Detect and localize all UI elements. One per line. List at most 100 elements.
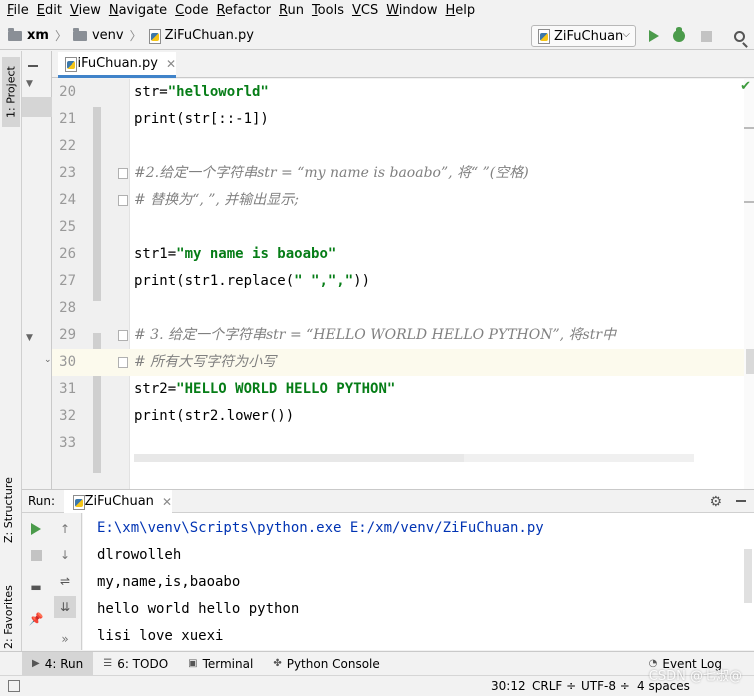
scroll-to-end-button[interactable]: ⇊ bbox=[54, 596, 76, 618]
folder-icon bbox=[72, 27, 87, 41]
inspection-ok-icon[interactable]: ✔ bbox=[740, 79, 751, 94]
editor-scrollbar[interactable] bbox=[744, 79, 754, 489]
menu-window[interactable]: Window bbox=[382, 0, 441, 22]
play-icon: ▶ bbox=[32, 658, 40, 669]
code-line: 32 print(str2.lower()) bbox=[52, 403, 754, 430]
code-text: print(str2.lower()) bbox=[134, 408, 295, 424]
fold-marker-icon[interactable] bbox=[118, 168, 128, 179]
python-file-icon bbox=[537, 29, 550, 44]
fold-marker-icon[interactable] bbox=[118, 195, 128, 206]
run-button[interactable] bbox=[643, 25, 665, 47]
python-file-icon bbox=[148, 28, 161, 44]
code-text: print(str[::-1]) bbox=[134, 111, 269, 127]
caret-position[interactable]: 30:12 bbox=[491, 679, 526, 693]
file-encoding[interactable]: UTF-8 ÷ bbox=[581, 679, 630, 693]
line-separator[interactable]: CRLF ÷ bbox=[532, 679, 576, 693]
menu-help[interactable]: Help bbox=[442, 0, 480, 22]
debug-button[interactable] bbox=[668, 25, 690, 47]
close-icon[interactable]: ✕ bbox=[162, 495, 172, 509]
code-prefix: str2= bbox=[134, 381, 177, 397]
minimize-icon[interactable] bbox=[736, 500, 746, 502]
tool-window-run[interactable]: ▶ 4: Run bbox=[22, 651, 94, 676]
fold-marker-icon[interactable] bbox=[118, 330, 128, 341]
chevron-down-icon[interactable]: ▼ bbox=[26, 79, 33, 89]
code-string: "HELLO WORLD HELLO PYTHON" bbox=[176, 381, 396, 397]
tab-zifuchuan[interactable]: ZiFuChuan.py ✕ bbox=[58, 52, 176, 78]
breadcrumb-folder[interactable]: venv bbox=[72, 22, 124, 50]
left-tool-strip: 1: Project Z: Structure 2: Favorites bbox=[0, 51, 22, 651]
close-icon[interactable]: ✕ bbox=[166, 57, 176, 71]
arrow-up-icon: ↑ bbox=[59, 522, 71, 536]
editor-tabs: ZiFuChuan.py ✕ bbox=[52, 51, 754, 78]
tool-window-python-console[interactable]: ✤ Python Console bbox=[263, 652, 389, 676]
soft-wrap-button[interactable]: ⇌ bbox=[54, 570, 76, 592]
menu-view[interactable]: View bbox=[66, 0, 105, 22]
menu-refactor[interactable]: Refactor bbox=[212, 0, 275, 22]
status-bar: 30:12 CRLF ÷ UTF-8 ÷ 4 spaces bbox=[0, 675, 754, 696]
code-comment: # 所有大写字符为小写 bbox=[134, 354, 277, 370]
run-tab-zifuchuan[interactable]: ZiFuChuan ✕ bbox=[64, 490, 172, 513]
code-text: # 所有大写字符为小写 bbox=[134, 349, 276, 376]
line-number: 25 bbox=[59, 219, 76, 235]
tool-window-project[interactable]: 1: Project bbox=[2, 57, 20, 127]
code-editor[interactable]: 20 str="helloworld" 21 print(str[::-1]) 22 23… bbox=[52, 79, 754, 489]
code-line: 29 # 3. 给定一个字符串str = “HELLO WORLD HELLO P… bbox=[52, 322, 754, 349]
console-scroll-thumb[interactable] bbox=[744, 549, 752, 603]
search-button[interactable] bbox=[728, 25, 750, 47]
menu-code[interactable]: Code bbox=[171, 0, 212, 22]
chevron-down-icon[interactable]: ▼ bbox=[26, 333, 33, 343]
tool-window-favorites[interactable]: 2: Favorites bbox=[2, 563, 15, 649]
chevron-down-icon[interactable]: ⌄ bbox=[44, 355, 52, 365]
navigation-bar: xm 〉 venv 〉 ZiFuChuan.py bbox=[0, 22, 754, 50]
code-prefix: str1= bbox=[134, 246, 177, 262]
code-prefix: str= bbox=[134, 84, 168, 100]
line-number: 26 bbox=[59, 246, 76, 262]
tool-window-terminal[interactable]: ▣ Terminal bbox=[178, 652, 263, 676]
code-comment: #2.给定一个字符串str = “my name is baoabo”, 将“ … bbox=[134, 165, 529, 181]
menu-file[interactable]: File bbox=[3, 0, 33, 22]
run-console[interactable]: E:\xm\venv\Scripts\python.exe E:/xm/venv… bbox=[83, 513, 754, 650]
run-panel-header: Run: ZiFuChuan ✕ ⚙ bbox=[22, 489, 754, 513]
code-text: # 3. 给定一个字符串str = “HELLO WORLD HELLO PYT… bbox=[134, 322, 616, 349]
tool-window-structure[interactable]: Z: Structure bbox=[2, 463, 15, 543]
line-number: 21 bbox=[59, 111, 76, 127]
more-icon: » bbox=[61, 632, 69, 646]
code-line: 27 print(str1.replace(" ",",")) bbox=[52, 268, 754, 295]
code-string: " ","," bbox=[294, 273, 354, 289]
console-output-line: hello world hello python bbox=[97, 601, 300, 617]
breadcrumb-file[interactable]: ZiFuChuan.py bbox=[148, 22, 254, 50]
python-file-icon bbox=[72, 494, 85, 510]
layout-button[interactable]: ▬ bbox=[25, 576, 47, 598]
code-line: 23 #2.给定一个字符串str = “my name is baoabo”, 将… bbox=[52, 160, 754, 187]
menu-navigate[interactable]: Navigate bbox=[105, 0, 171, 22]
line-number: 31 bbox=[59, 381, 76, 397]
stop-button[interactable] bbox=[695, 25, 717, 47]
scroll-up-button[interactable]: ↑ bbox=[54, 518, 76, 540]
fold-marker-icon[interactable] bbox=[118, 357, 128, 368]
code-line: 33 bbox=[52, 430, 754, 457]
gear-icon[interactable]: ⚙ bbox=[709, 494, 722, 510]
search-icon bbox=[733, 30, 745, 42]
console-output-line: my,name,is,baoabo bbox=[97, 574, 241, 590]
stop-button[interactable] bbox=[25, 544, 47, 566]
scroll-down-button[interactable]: ↓ bbox=[54, 544, 76, 566]
rerun-button[interactable] bbox=[25, 518, 47, 540]
run-configuration-select[interactable]: ZiFuChuan ⌵ bbox=[531, 25, 636, 47]
menu-tools[interactable]: Tools bbox=[308, 0, 348, 22]
pin-button[interactable]: 📌 bbox=[25, 608, 47, 630]
project-tree-selection[interactable] bbox=[22, 97, 52, 117]
menu-edit[interactable]: Edit bbox=[33, 0, 66, 22]
minimize-icon[interactable] bbox=[28, 65, 38, 67]
code-text: str2="HELLO WORLD HELLO PYTHON" bbox=[134, 376, 395, 403]
menu-vcs[interactable]: VCS bbox=[348, 0, 382, 22]
chevron-right-icon: 〉 bbox=[54, 29, 67, 43]
breadcrumb-project[interactable]: xm bbox=[8, 22, 49, 50]
menu-run[interactable]: Run bbox=[275, 0, 308, 22]
more-button[interactable]: » bbox=[54, 628, 76, 650]
line-number: 28 bbox=[59, 300, 76, 316]
editor-scroll-thumb[interactable] bbox=[746, 349, 754, 374]
watermark: CSDN @七淑@ bbox=[648, 669, 742, 684]
toggle-tool-windows-icon[interactable] bbox=[8, 680, 20, 692]
menu-bar: File Edit View Navigate Code Refactor Run Tools… bbox=[0, 0, 754, 22]
tool-window-todo[interactable]: ☰ 6: TODO bbox=[93, 652, 178, 676]
